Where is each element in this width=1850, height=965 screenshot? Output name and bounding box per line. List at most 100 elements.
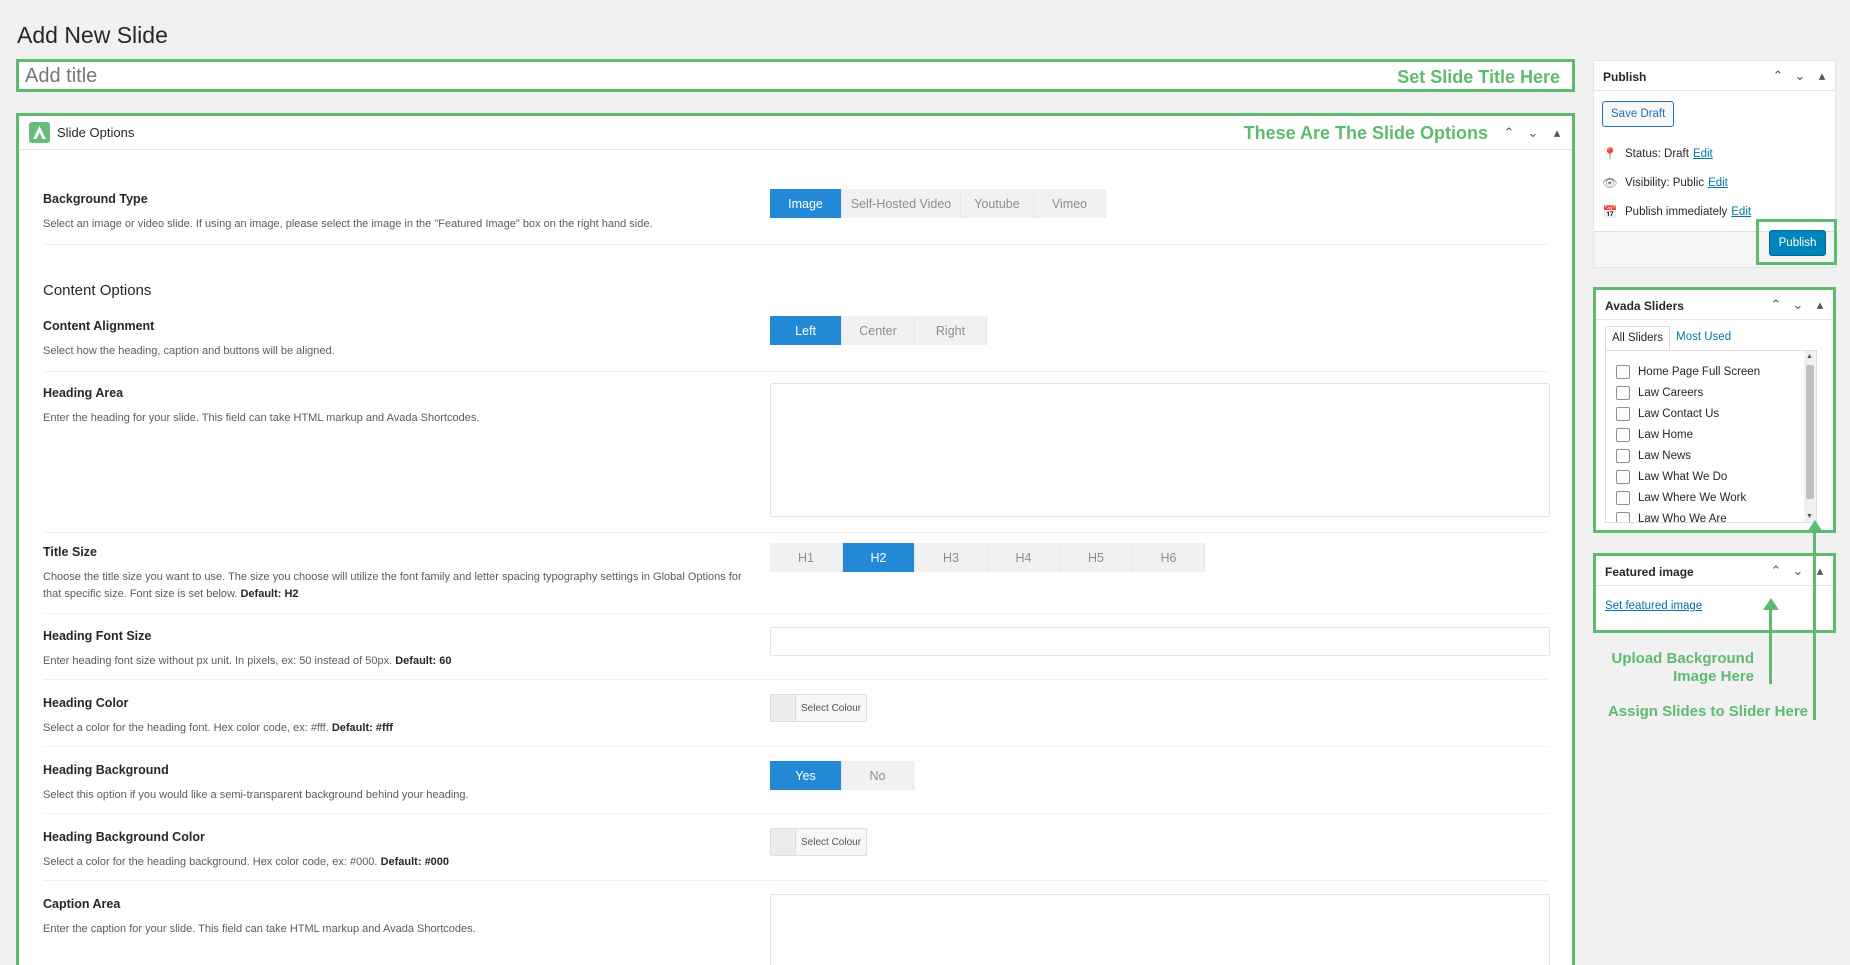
divider: [43, 532, 1548, 533]
slider-checkbox[interactable]: [1616, 490, 1630, 505]
divider: [43, 813, 1548, 814]
divider: [43, 880, 1548, 881]
edit-status-link[interactable]: Edit: [1693, 148, 1713, 160]
title-size-h4-button[interactable]: H4: [988, 543, 1060, 572]
heading-bg-no-button[interactable]: No: [842, 761, 914, 790]
title-size-h6-button[interactable]: H6: [1133, 543, 1205, 572]
publish-box-title: Publish: [1603, 70, 1647, 84]
background-type-buttonset: Image Self-Hosted Video Youtube Vimeo: [770, 189, 1106, 218]
list-item: Law News: [1606, 445, 1816, 466]
move-up-icon[interactable]: ⌃: [1767, 562, 1785, 580]
heading-font-size-default: Default: 60: [395, 655, 452, 667]
sliders-box-title: Avada Sliders: [1605, 299, 1684, 313]
scroll-up-icon[interactable]: ▲: [1806, 353, 1813, 360]
sliders-tabs: All Sliders Most Used: [1605, 326, 1737, 351]
move-up-icon[interactable]: ⌃: [1767, 296, 1785, 314]
move-down-icon[interactable]: ⌄: [1791, 67, 1809, 85]
page-title: Add New Slide: [17, 22, 168, 48]
divider: [43, 613, 1548, 614]
slider-checkbox[interactable]: [1616, 406, 1630, 421]
edit-visibility-link[interactable]: Edit: [1708, 177, 1728, 189]
align-right-button[interactable]: Right: [915, 316, 987, 345]
heading-background-desc: Select this option if you would like a s…: [43, 789, 469, 801]
schedule-row: 📅 Publish immediately Edit: [1603, 205, 1752, 219]
slider-checkbox[interactable]: [1616, 469, 1630, 484]
select-colour-label: Select Colour: [801, 702, 862, 714]
caption-area-textarea[interactable]: [770, 894, 1550, 965]
align-left-button[interactable]: Left: [770, 316, 842, 345]
heading-bg-yes-button[interactable]: Yes: [770, 761, 842, 790]
content-options-title: Content Options: [43, 282, 152, 299]
title-input[interactable]: [25, 64, 1225, 88]
bg-type-image-button[interactable]: Image: [770, 189, 842, 218]
tab-all-sliders[interactable]: All Sliders: [1605, 326, 1671, 351]
save-draft-button[interactable]: Save Draft: [1602, 101, 1675, 127]
slider-item-label: Law Contact Us: [1638, 407, 1720, 420]
title-annotation: Set Slide Title Here: [1397, 67, 1560, 87]
edit-schedule-link[interactable]: Edit: [1731, 206, 1751, 218]
scroll-down-icon[interactable]: ▼: [1806, 513, 1813, 520]
visibility-value: Public: [1672, 177, 1705, 189]
slide-options-annotation: These Are The Slide Options: [1243, 123, 1488, 143]
move-down-icon[interactable]: ⌄: [1789, 296, 1807, 314]
visibility-row: 👁 Visibility: Public Edit: [1602, 176, 1728, 190]
slider-checkbox[interactable]: [1616, 511, 1630, 522]
heading-color-desc-text: Select a color for the heading font. Hex…: [43, 722, 329, 734]
align-center-button[interactable]: Center: [842, 316, 915, 345]
move-up-icon[interactable]: ⌃: [1500, 124, 1518, 142]
collapse-toggle-icon[interactable]: ▴: [1813, 67, 1831, 85]
scroll-thumb[interactable]: [1806, 365, 1814, 499]
heading-bg-color-picker-button[interactable]: Select Colour: [770, 828, 868, 856]
collapse-toggle-icon[interactable]: ▴: [1548, 124, 1566, 142]
slider-checkbox[interactable]: [1616, 427, 1630, 442]
move-up-icon[interactable]: ⌃: [1769, 67, 1787, 85]
title-size-h3-button[interactable]: H3: [915, 543, 988, 572]
slider-item-label: Law News: [1638, 449, 1692, 462]
collapse-toggle-icon[interactable]: ▴: [1811, 296, 1829, 314]
color-swatch: [771, 695, 796, 721]
divider: [43, 746, 1548, 747]
heading-bg-color-desc-text: Select a color for the heading backgroun…: [43, 856, 378, 868]
featured-image-box: Featured image ⌃ ⌄ ▴ Set featured image: [1593, 553, 1836, 633]
heading-color-picker-button[interactable]: Select Colour: [770, 694, 868, 722]
featured-box-title: Featured image: [1605, 565, 1694, 579]
divider: [43, 244, 1548, 245]
move-down-icon[interactable]: ⌄: [1524, 124, 1542, 142]
title-size-desc: Choose the title size you want to use. T…: [43, 569, 743, 603]
list-scrollbar[interactable]: ▲ ▼: [1804, 351, 1816, 522]
title-size-h5-button[interactable]: H5: [1060, 543, 1133, 572]
slide-options-header: Slide Options These Are The Slide Option…: [19, 116, 1572, 150]
slider-item-label: Law What We Do: [1638, 470, 1728, 483]
slider-item-label: Home Page Full Screen: [1638, 365, 1761, 378]
slider-checkbox[interactable]: [1616, 364, 1630, 379]
upload-bg-annotation: Upload Background Image Here: [1611, 650, 1754, 685]
heading-area-textarea[interactable]: [770, 383, 1550, 517]
heading-font-size-input[interactable]: [770, 627, 1550, 656]
caption-area-desc: Enter the caption for your slide. This f…: [43, 923, 476, 935]
avada-logo-icon: [29, 122, 50, 143]
bg-type-self-hosted-video-button[interactable]: Self-Hosted Video: [842, 189, 961, 218]
divider: [43, 679, 1548, 680]
heading-background-buttonset: Yes No: [770, 761, 914, 790]
set-featured-image-link[interactable]: Set featured image: [1605, 600, 1702, 612]
status-label: Status:: [1625, 148, 1661, 160]
slider-checkbox[interactable]: [1616, 448, 1630, 463]
divider: [43, 371, 1548, 372]
select-colour-label: Select Colour: [801, 836, 862, 848]
list-item: Law Home: [1606, 424, 1816, 445]
pin-icon: 📍: [1602, 147, 1618, 161]
bg-type-vimeo-button[interactable]: Vimeo: [1034, 189, 1106, 218]
status-row: 📍 Status: Draft Edit: [1603, 147, 1713, 161]
title-size-h2-button[interactable]: H2: [843, 543, 915, 572]
move-down-icon[interactable]: ⌄: [1789, 562, 1807, 580]
publish-button[interactable]: Publish: [1769, 230, 1826, 256]
assign-annotation: Assign Slides to Slider Here: [1607, 703, 1808, 720]
list-item: Law What We Do: [1606, 466, 1816, 487]
title-size-h1-button[interactable]: H1: [770, 543, 843, 572]
slider-checkbox[interactable]: [1616, 385, 1630, 400]
publish-button-highlight: Publish: [1756, 219, 1837, 265]
title-field-wrapper: Set Slide Title Here: [16, 59, 1575, 92]
bg-type-youtube-button[interactable]: Youtube: [961, 189, 1034, 218]
heading-bg-color-desc: Select a color for the heading backgroun…: [43, 854, 743, 871]
tab-most-used[interactable]: Most Used: [1670, 326, 1737, 351]
